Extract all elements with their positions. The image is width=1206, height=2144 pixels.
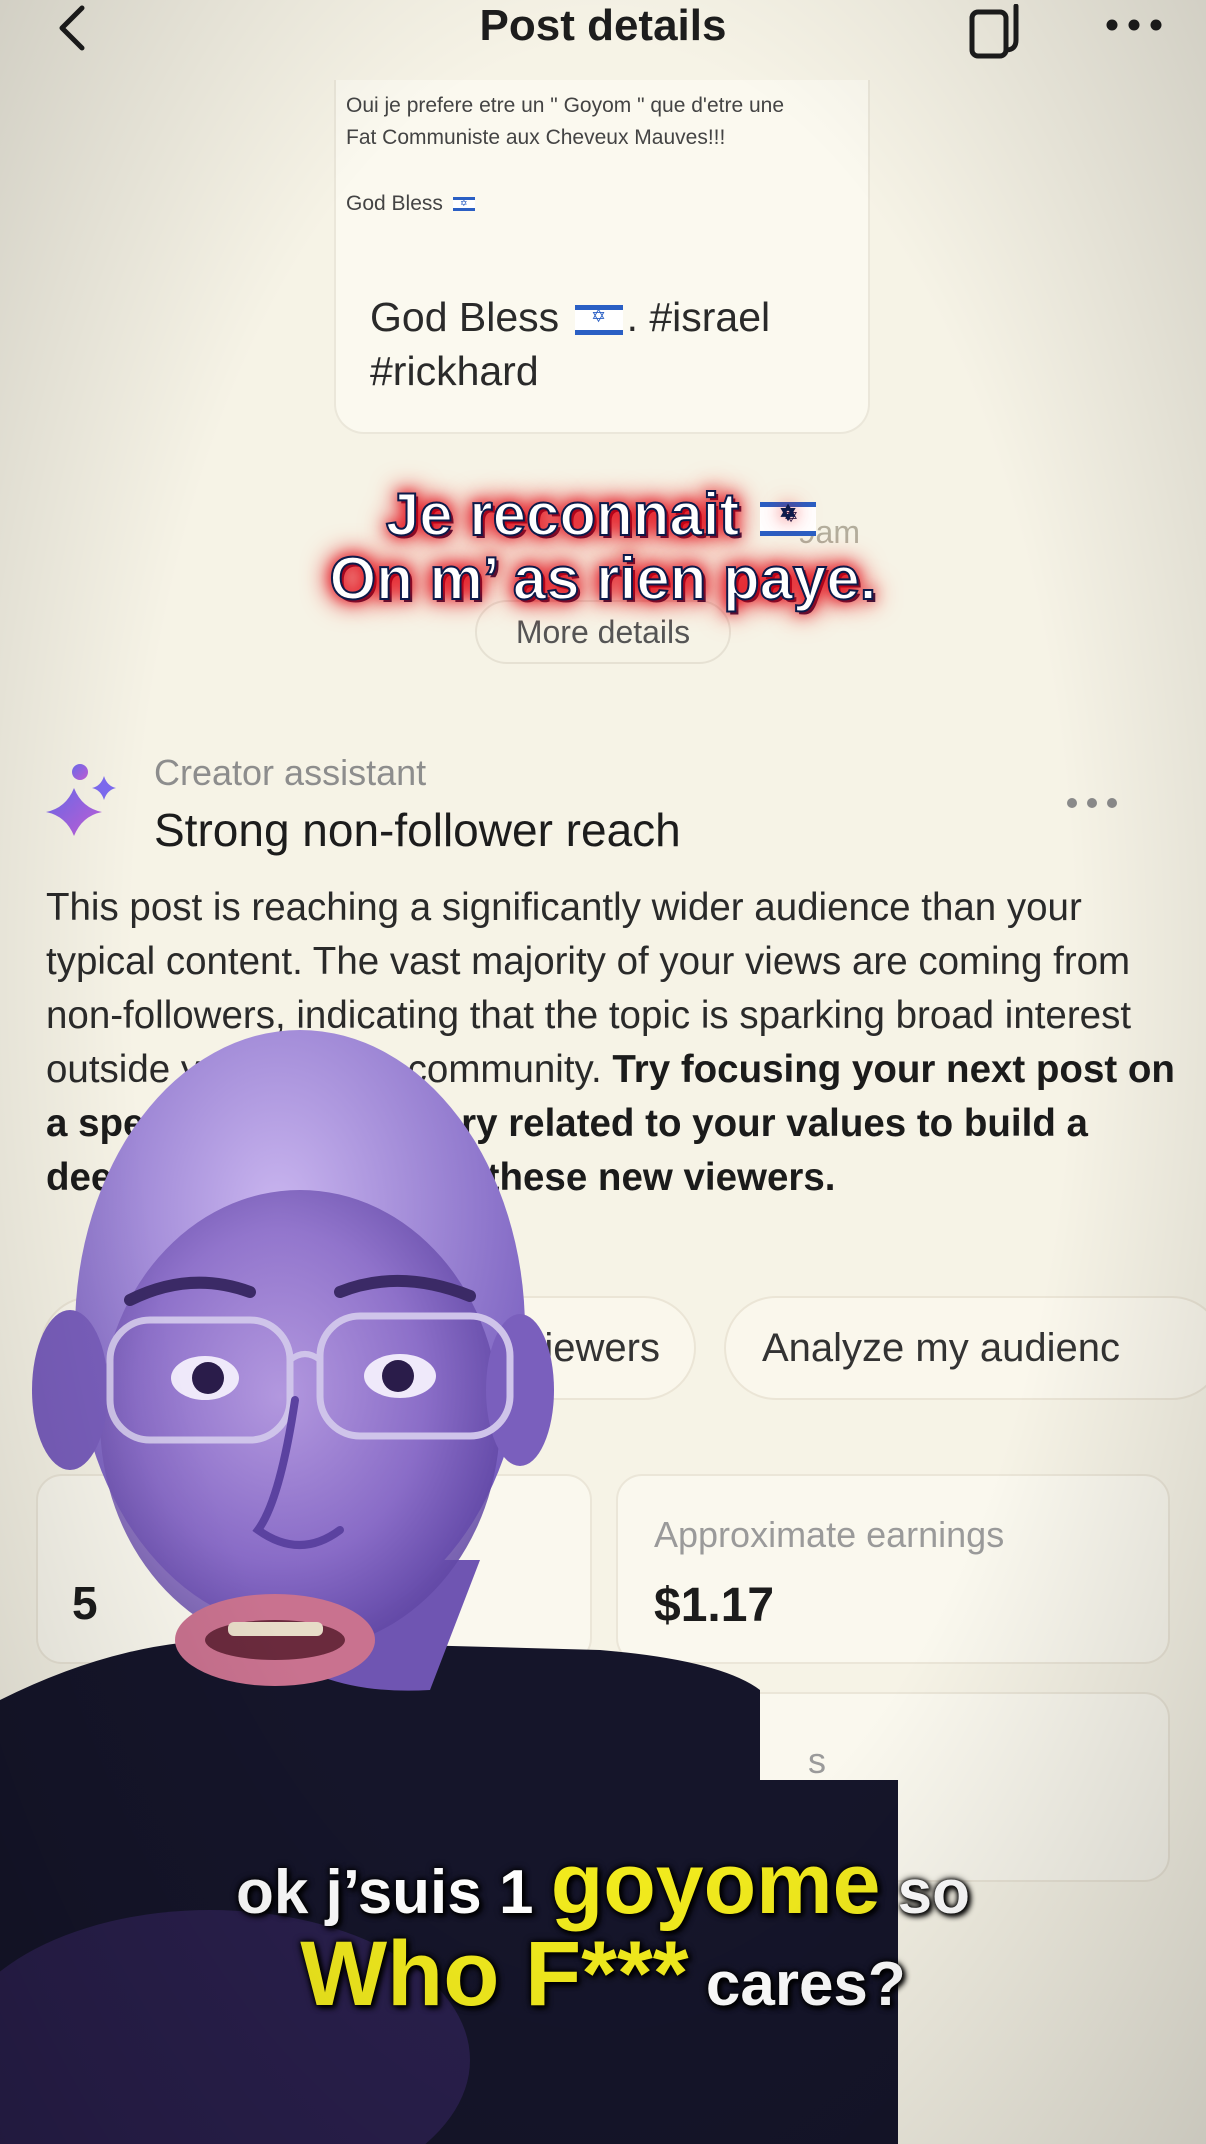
thumbnail-god-bless: God Bless xyxy=(346,192,443,215)
suggestion-chip[interactable]: iewers xyxy=(40,1296,696,1400)
creator-assistant-sparkle-icon xyxy=(46,764,116,836)
insight-more-icon[interactable] xyxy=(1064,793,1124,813)
caption-text: ok j’suis 1 xyxy=(235,1858,551,1927)
thumbnail-text-line: Oui je prefere etre un " Goyom " que d'e… xyxy=(346,94,784,117)
earnings-card: Approximate earnings $1.17 xyxy=(616,1474,1170,1664)
earnings-label: Approximate earnings xyxy=(654,1514,1005,1555)
stat-card xyxy=(36,1474,592,1664)
thumbnail-text-line: Fat Communiste aux Cheveux Mauves!!! xyxy=(346,126,726,149)
header-bar: Post details xyxy=(0,0,1206,59)
stat-label: s xyxy=(808,1740,826,1781)
israel-flag-icon xyxy=(452,197,475,212)
earnings-value: $1.17 xyxy=(654,1579,775,1632)
overlay-caption-bottom-line: Who F*** cares? xyxy=(0,1926,1206,2033)
creator-assistant-label: Creator assistant xyxy=(154,752,427,793)
share-icon[interactable] xyxy=(968,4,1038,60)
caption-hashtag: . #israel xyxy=(626,294,771,340)
post-preview-card[interactable]: Oui je prefere etre un " Goyom " que d'e… xyxy=(334,80,870,434)
insight-title: Strong non-follower reach xyxy=(154,804,681,856)
caption-highlight: Who F*** xyxy=(300,1923,689,2025)
caption-highlight: goyome xyxy=(550,1836,881,1932)
stat-value: 5 xyxy=(72,1577,98,1629)
caption-text: cares? xyxy=(688,1950,906,2019)
insight-body: This post is reaching a significantly wi… xyxy=(46,881,1176,1205)
overlay-caption-line: On m’ as rien paye. xyxy=(329,545,878,612)
more-options-icon[interactable] xyxy=(1104,10,1164,40)
caption-text: so xyxy=(880,1858,971,1927)
thumbnail-text-line: God Bless xyxy=(346,192,479,216)
israel-flag-icon xyxy=(574,304,623,336)
overlay-caption-text: Je reconnait xyxy=(385,481,740,548)
analyze-audience-chip[interactable]: Analyze my audienc xyxy=(724,1296,1206,1400)
israel-flag-icon xyxy=(760,501,817,537)
caption-text: God Bless xyxy=(370,294,560,340)
post-caption: God Bless . #israel #rickhard xyxy=(370,290,850,398)
caption-hashtag: #rickhard xyxy=(370,348,539,394)
overlay-caption-line: Je reconnait xyxy=(0,481,1206,548)
